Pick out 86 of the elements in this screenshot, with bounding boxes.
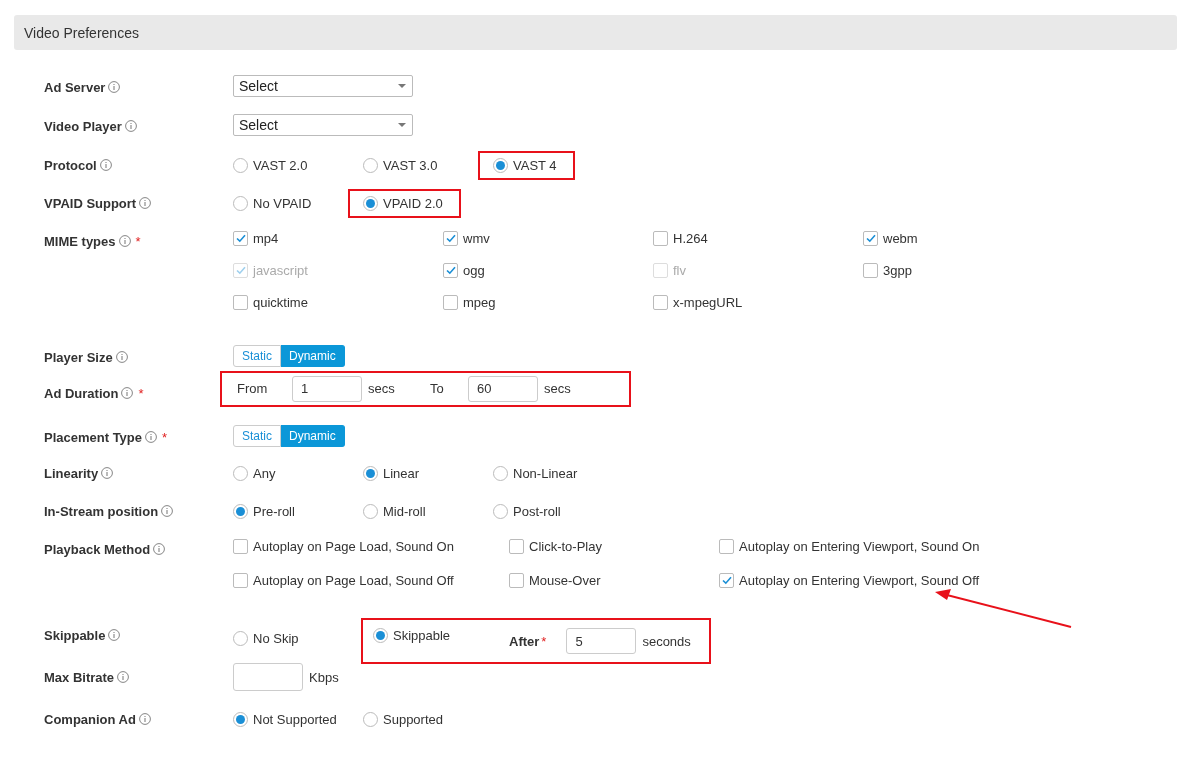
info-icon [108,81,121,93]
checkbox-option[interactable]: Autoplay on Entering Viewport, Sound Off [719,571,1019,589]
info-icon [153,543,166,555]
field-label: Video Player [44,118,122,134]
checkbox-option[interactable]: x-mpegURL [653,293,863,311]
field-label: Playback Method [44,541,151,557]
radio-option[interactable]: Supported [363,711,493,727]
radio-option[interactable]: VPAID 2.0 [348,188,461,218]
checkbox-option[interactable]: wmv [443,229,653,247]
field-label: Linearity [44,465,99,481]
checkbox-option[interactable]: H.264 [653,229,863,247]
radio-option[interactable]: No Skip [233,630,361,646]
radio-option[interactable]: VAST 4 [478,150,575,180]
field-label: In-Stream position [44,503,159,519]
info-icon [139,197,152,209]
checkbox-option[interactable]: Click-to-Play [509,537,719,555]
required-asterisk: * [135,233,141,249]
caret-icon [398,123,406,127]
checkbox-option[interactable]: mp4 [233,229,443,247]
select-dropdown[interactable]: Select [233,114,413,136]
info-icon [145,431,158,443]
info-icon [161,505,174,517]
field-label: Max Bitrate [44,669,115,685]
to-label: To [430,381,445,396]
info-icon [99,159,112,171]
radio-option[interactable]: No VPAID [233,195,348,211]
unit-label: Kbps [309,669,340,685]
info-icon [121,387,134,399]
after-label: After [509,633,540,649]
input-field[interactable]: 60 [468,375,538,402]
info-icon [117,671,130,683]
radio-option[interactable]: Not Supported [233,711,363,727]
field-label: Protocol [44,157,97,173]
checkbox-option[interactable]: quicktime [233,293,443,311]
segment-button[interactable]: Static [233,345,281,367]
info-icon [101,467,114,479]
unit-label: secs [368,381,396,396]
select-dropdown[interactable]: Select [233,75,413,97]
checkbox-option[interactable]: Autoplay on Entering Viewport, Sound On [719,537,1019,555]
radio-option[interactable]: Linear [363,465,493,481]
field-label: Placement Type [44,429,143,445]
checkbox-option[interactable]: 3gpp [863,261,1073,279]
info-icon [118,235,131,247]
required-asterisk: * [138,385,144,401]
info-icon [108,629,121,641]
info-icon [138,713,151,725]
check-icon [864,232,877,244]
radio-option[interactable]: Mid-roll [363,503,493,519]
caret-icon [398,84,406,88]
required-asterisk: * [541,633,547,649]
radio-option[interactable]: VAST 2.0 [233,157,363,173]
info-icon [115,351,128,363]
field-label: Skippable [44,627,106,643]
unit-label: secs [544,381,571,396]
input-field[interactable]: 1 [292,375,362,402]
input-field[interactable] [233,663,303,691]
checkbox-option[interactable]: Autoplay on Page Load, Sound Off [233,571,509,589]
check-icon [444,264,457,276]
check-icon [234,264,247,276]
checkbox-option[interactable]: Autoplay on Page Load, Sound On [233,537,509,555]
field-label: Companion Ad [44,711,136,727]
radio-option[interactable]: Any [233,465,363,481]
radio-option[interactable]: Post-roll [493,503,623,519]
check-icon [444,232,457,244]
field-label: Player Size [44,349,113,365]
radio-option[interactable]: VAST 3.0 [363,157,478,173]
field-label: Ad Server [44,79,106,95]
checkbox-option[interactable]: ogg [443,261,653,279]
section-title: Video Preferences [24,24,139,41]
from-label: From [237,381,269,396]
required-asterisk: * [162,429,168,445]
radio-option[interactable]: Non-Linear [493,465,623,481]
checkbox-option[interactable]: webm [863,229,1073,247]
checkbox-option[interactable]: Mouse-Over [509,571,719,589]
field-label: VPAID Support [44,195,137,211]
checkbox-option[interactable]: mpeg [443,293,653,311]
check-icon [234,232,247,244]
check-icon [720,574,733,586]
radio-option[interactable]: Skippable [373,628,501,643]
field-label: Ad Duration [44,385,119,401]
unit-label: seconds [642,633,691,649]
segment-button[interactable]: Static [233,425,281,447]
input-field[interactable]: 5 [566,628,637,654]
radio-option[interactable]: Pre-roll [233,503,363,519]
field-label: MIME types [44,233,116,249]
info-icon [124,120,137,132]
